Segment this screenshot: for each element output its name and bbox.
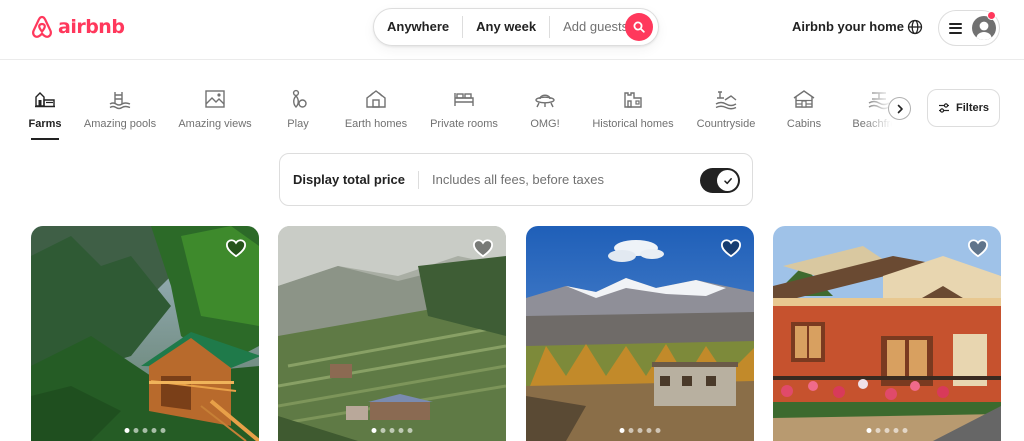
carousel-dot[interactable] — [407, 428, 413, 433]
listing-card[interactable] — [278, 226, 506, 441]
category-omg[interactable]: OMG! — [524, 86, 566, 142]
brand-name: airbnb — [58, 16, 125, 38]
carousel-dot[interactable] — [124, 428, 130, 433]
category-label: Countryside — [696, 118, 756, 130]
airbnb-logo[interactable]: airbnb — [30, 14, 125, 40]
carousel-dot[interactable] — [142, 428, 148, 433]
pool-icon — [109, 92, 131, 110]
category-label: Earth homes — [344, 118, 408, 130]
earth-home-icon — [366, 90, 386, 108]
category-next-button[interactable] — [888, 97, 911, 120]
countryside-icon — [715, 91, 737, 110]
search-location[interactable]: Anywhere — [374, 16, 462, 38]
host-link[interactable]: Airbnb your home — [792, 19, 904, 34]
play-icon — [292, 89, 307, 108]
listing-photo-red-villa — [773, 226, 1001, 441]
listing-card[interactable] — [31, 226, 259, 441]
heart-icon[interactable] — [472, 238, 494, 258]
search-button[interactable] — [625, 13, 653, 41]
category-label: Amazing pools — [83, 118, 157, 130]
carousel-dot[interactable] — [655, 428, 661, 433]
filters-icon — [938, 103, 949, 113]
listing-photo-mountain-valley-house — [526, 226, 754, 441]
carousel-dot[interactable] — [893, 428, 899, 433]
category-bar: Farms Amazing pools Amazing views Play E… — [0, 86, 906, 142]
carousel-dot[interactable] — [151, 428, 157, 433]
category-label: Play — [287, 118, 309, 130]
category-amazing-views[interactable]: Amazing views — [175, 86, 255, 142]
carousel-dot[interactable] — [646, 428, 652, 433]
heart-icon[interactable] — [225, 238, 247, 258]
search-icon — [633, 21, 645, 33]
category-label: OMG! — [530, 118, 560, 130]
ufo-icon — [535, 94, 555, 108]
toggle-knob — [717, 170, 738, 191]
active-category-underline — [31, 138, 59, 140]
category-historical-homes[interactable]: Historical homes — [590, 86, 676, 142]
chevron-right-icon — [897, 104, 903, 113]
category-cabins[interactable]: Cabins — [783, 86, 825, 142]
carousel-dot[interactable] — [875, 428, 881, 433]
category-private-rooms[interactable]: Private rooms — [428, 86, 500, 142]
photo-carousel-dots — [371, 428, 413, 433]
carousel-dot[interactable] — [133, 428, 139, 433]
heart-icon[interactable] — [967, 238, 989, 258]
price-toggle-title: Display total price — [293, 172, 405, 187]
checkmark-icon — [723, 177, 732, 184]
listing-photo-forest-cabin — [31, 226, 259, 441]
carousel-dot[interactable] — [160, 428, 166, 433]
category-amazing-pools[interactable]: Amazing pools — [80, 86, 160, 142]
total-price-toggle[interactable] — [700, 168, 740, 193]
price-toggle-subtitle: Includes all fees, before taxes — [431, 172, 604, 187]
category-earth-homes[interactable]: Earth homes — [340, 86, 412, 142]
filters-label: Filters — [955, 102, 989, 114]
carousel-dot[interactable] — [389, 428, 395, 433]
notification-dot — [987, 11, 996, 20]
carousel-dot[interactable] — [884, 428, 890, 433]
carousel-dot[interactable] — [398, 428, 404, 433]
carousel-dot[interactable] — [628, 428, 634, 433]
category-label: Historical homes — [592, 118, 674, 130]
photo-carousel-dots — [124, 428, 166, 433]
category-countryside[interactable]: Countryside — [693, 86, 759, 142]
search-bar[interactable]: Anywhere Any week Add guests — [373, 8, 659, 46]
heart-icon[interactable] — [720, 238, 742, 258]
search-dates[interactable]: Any week — [463, 16, 549, 38]
carousel-dot[interactable] — [866, 428, 872, 433]
listing-card[interactable] — [773, 226, 1001, 441]
carousel-dot[interactable] — [637, 428, 643, 433]
bed-icon — [454, 93, 474, 106]
category-play[interactable]: Play — [278, 86, 318, 142]
category-label: Farms — [28, 118, 62, 130]
top-header: airbnb Anywhere Any week Add guests Airb… — [0, 0, 1024, 60]
price-divider — [417, 170, 419, 189]
listing-card[interactable] — [526, 226, 754, 441]
farm-icon — [35, 92, 55, 108]
display-total-price-panel: Display total price Includes all fees, b… — [279, 153, 753, 206]
filters-button[interactable]: Filters — [927, 89, 1000, 127]
category-label: Private rooms — [430, 118, 498, 130]
castle-icon — [624, 92, 642, 108]
cabin-icon — [793, 90, 815, 108]
listing-photo-terraced-hillside-village — [278, 226, 506, 441]
carousel-dot[interactable] — [380, 428, 386, 433]
carousel-dot[interactable] — [902, 428, 908, 433]
airbnb-logo-icon — [32, 15, 52, 38]
globe-icon[interactable] — [906, 18, 924, 36]
carousel-dot[interactable] — [619, 428, 625, 433]
photo-carousel-dots — [619, 428, 661, 433]
category-farms[interactable]: Farms — [24, 86, 66, 142]
photo-carousel-dots — [866, 428, 908, 433]
category-label: Amazing views — [178, 118, 252, 130]
carousel-dot[interactable] — [371, 428, 377, 433]
category-label: Cabins — [786, 118, 822, 130]
view-icon — [205, 90, 225, 108]
hamburger-icon — [949, 22, 962, 34]
